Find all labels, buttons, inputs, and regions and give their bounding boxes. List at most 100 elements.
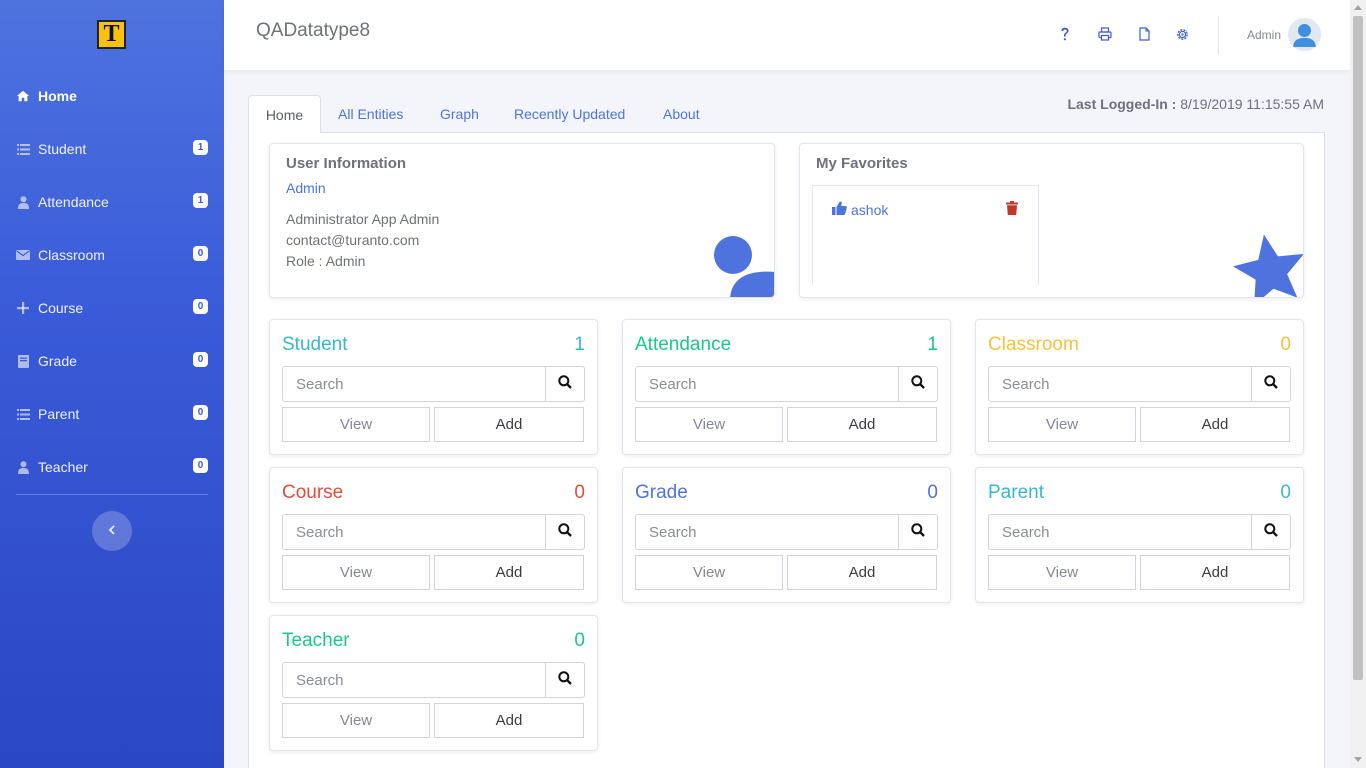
sidebar-item-student[interactable]: Student 1 — [0, 129, 224, 169]
search-input[interactable] — [635, 514, 899, 550]
search-button[interactable] — [1251, 366, 1291, 402]
search-button[interactable] — [545, 366, 585, 402]
thumbs-up-icon — [832, 201, 847, 218]
sidebar: T Home Student 1 Attendance 1 Classroom … — [0, 0, 224, 768]
add-button[interactable]: Add — [1140, 407, 1290, 442]
app-logo[interactable]: T — [97, 20, 126, 49]
tab-about[interactable]: About — [647, 95, 716, 133]
tab-graph[interactable]: Graph — [424, 95, 495, 133]
entity-card-classroom: Classroom 0 View Add — [975, 319, 1304, 455]
trash-icon[interactable] — [1006, 201, 1018, 220]
entity-title[interactable]: Student — [282, 334, 348, 356]
add-button[interactable]: Add — [787, 407, 937, 442]
user-full-name: Administrator App Admin — [286, 211, 440, 227]
count-badge: 1 — [193, 140, 208, 155]
search-input[interactable] — [635, 366, 899, 402]
search-input[interactable] — [988, 366, 1252, 402]
sidebar-item-parent[interactable]: Parent 0 — [0, 394, 224, 434]
chevron-left-icon — [108, 522, 116, 540]
entity-count: 0 — [574, 482, 585, 503]
sidebar-item-grade[interactable]: Grade 0 — [0, 341, 224, 381]
search-button[interactable] — [545, 662, 585, 698]
view-button[interactable]: View — [282, 407, 430, 442]
add-button[interactable]: Add — [787, 555, 937, 590]
user-name[interactable]: Admin — [1247, 28, 1281, 42]
entity-card-grade: Grade 0 View Add — [622, 467, 951, 603]
add-button[interactable]: Add — [1140, 555, 1290, 590]
view-button[interactable]: View — [988, 555, 1136, 590]
user-info-title: User Information — [286, 155, 407, 172]
tab-all-entities[interactable]: All Entities — [322, 95, 419, 133]
search-button[interactable] — [898, 366, 938, 402]
search-button[interactable] — [545, 514, 585, 550]
plus-icon — [16, 301, 30, 315]
entity-count: 0 — [927, 482, 938, 503]
view-button[interactable]: View — [635, 407, 783, 442]
entity-title[interactable]: Attendance — [635, 334, 731, 356]
avatar[interactable] — [1288, 18, 1321, 51]
sidebar-item-attendance[interactable]: Attendance 1 — [0, 182, 224, 222]
search-input[interactable] — [282, 366, 546, 402]
entity-card-student: Student 1 View Add — [269, 319, 598, 455]
entity-count: 0 — [1280, 334, 1291, 355]
search-button[interactable] — [1251, 514, 1291, 550]
view-button[interactable]: View — [635, 555, 783, 590]
search-icon — [911, 374, 925, 394]
entity-title[interactable]: Teacher — [282, 630, 350, 652]
gear-icon[interactable] — [1173, 25, 1191, 43]
tab-recently-updated[interactable]: Recently Updated — [498, 95, 641, 133]
last-logged-in-label: Last Logged-In : — [1067, 96, 1177, 112]
search-icon — [1264, 374, 1278, 394]
entity-title[interactable]: Grade — [635, 482, 688, 504]
sidebar-item-label: Home — [38, 88, 77, 104]
sidebar-divider — [16, 494, 208, 495]
sidebar-item-home[interactable]: Home — [0, 76, 224, 116]
entity-title[interactable]: Course — [282, 482, 343, 504]
favorite-item[interactable]: ashok — [832, 201, 888, 218]
favorites-title: My Favorites — [816, 155, 908, 172]
view-button[interactable]: View — [282, 555, 430, 590]
sidebar-item-label: Attendance — [38, 194, 109, 210]
search-button[interactable] — [898, 514, 938, 550]
user-info-card: User Information Admin Administrator App… — [269, 143, 775, 298]
add-button[interactable]: Add — [434, 703, 584, 738]
envelope-icon — [16, 248, 30, 262]
sidebar-item-label: Grade — [38, 353, 77, 369]
file-icon[interactable] — [1135, 25, 1153, 43]
sidebar-item-course[interactable]: Course 0 — [0, 288, 224, 328]
entity-title[interactable]: Classroom — [988, 334, 1079, 356]
sidebar-collapse-button[interactable] — [92, 511, 132, 551]
view-button[interactable]: View — [988, 407, 1136, 442]
search-icon — [558, 374, 572, 394]
topbar: QADatatype8 Admin — [224, 0, 1350, 70]
sidebar-item-classroom[interactable]: Classroom 0 — [0, 235, 224, 275]
page-scrollbar[interactable] — [1350, 0, 1366, 768]
page-title: QADatatype8 — [256, 20, 371, 41]
count-badge: 0 — [193, 246, 208, 261]
search-input[interactable] — [282, 662, 546, 698]
user-name-link[interactable]: Admin — [286, 180, 326, 196]
scroll-up-arrow-icon[interactable] — [1354, 5, 1362, 10]
entity-count: 1 — [574, 334, 585, 355]
entity-card-course: Course 0 View Add — [269, 467, 598, 603]
search-icon — [1264, 522, 1278, 542]
add-button[interactable]: Add — [434, 555, 584, 590]
home-icon — [16, 89, 30, 103]
user-icon — [16, 460, 30, 474]
print-icon[interactable] — [1096, 25, 1114, 43]
book-icon — [16, 354, 30, 368]
view-button[interactable]: View — [282, 703, 430, 738]
sidebar-item-teacher[interactable]: Teacher 0 — [0, 447, 224, 487]
scroll-thumb[interactable] — [1353, 16, 1363, 680]
user-role: Role : Admin — [286, 253, 366, 269]
tab-home[interactable]: Home — [248, 95, 321, 133]
user-icon — [16, 195, 30, 209]
search-input[interactable] — [988, 514, 1252, 550]
search-input[interactable] — [282, 514, 546, 550]
sidebar-item-label: Classroom — [38, 247, 105, 263]
scroll-down-arrow-icon[interactable] — [1354, 757, 1362, 762]
add-button[interactable]: Add — [434, 407, 584, 442]
entity-title[interactable]: Parent — [988, 482, 1044, 504]
entity-count: 0 — [574, 630, 585, 651]
question-icon[interactable] — [1056, 25, 1074, 43]
